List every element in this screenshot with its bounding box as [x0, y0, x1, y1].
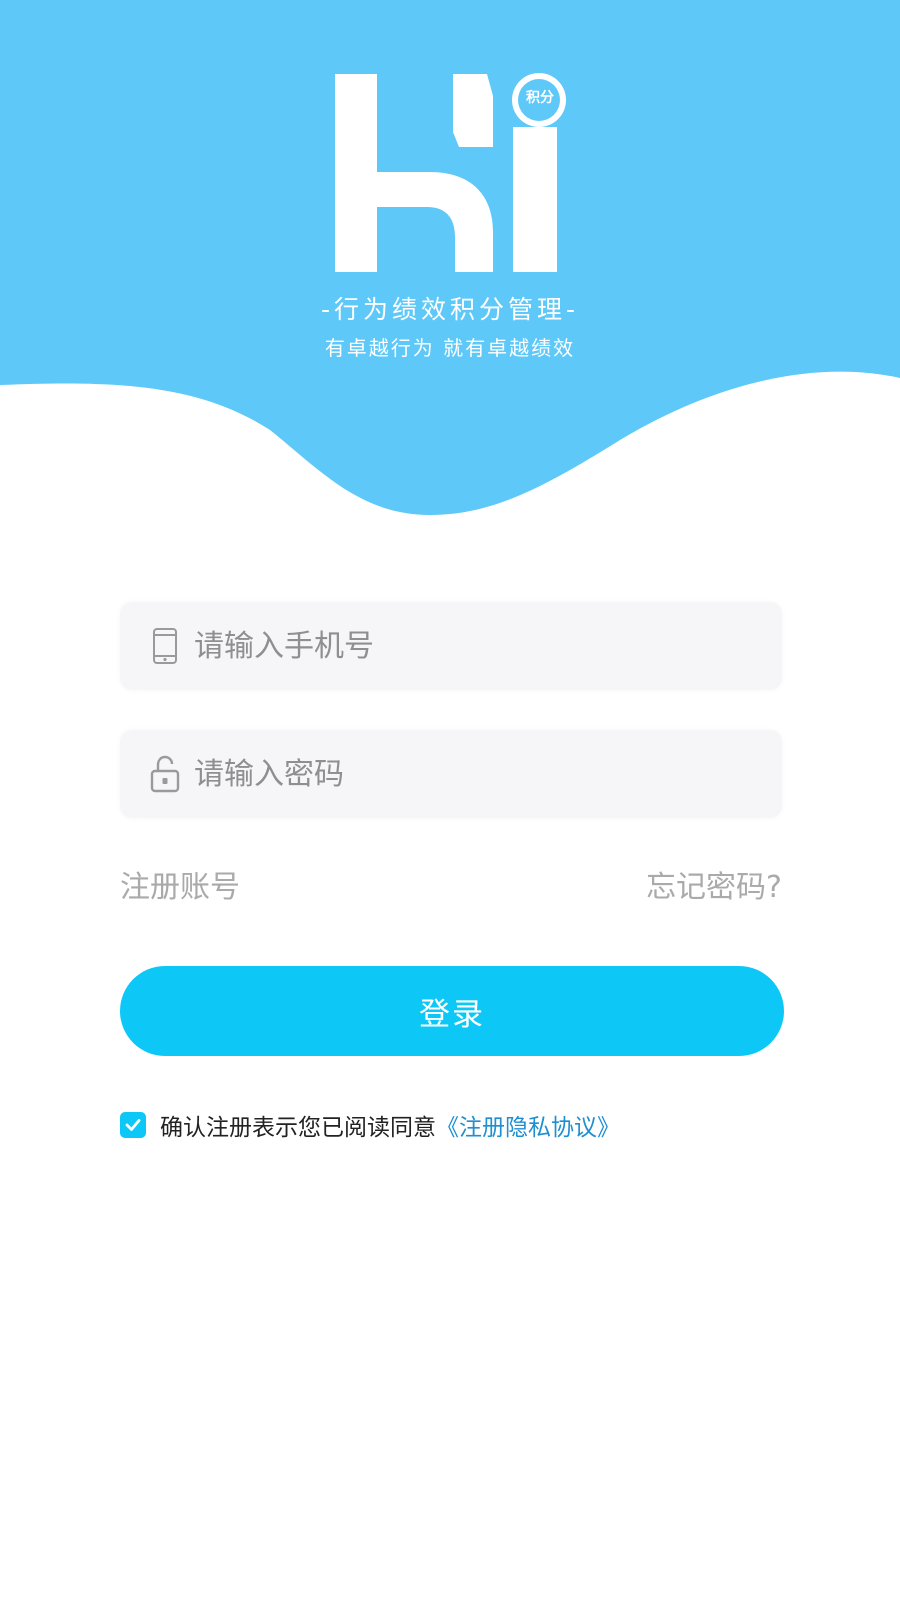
forgot-password-link[interactable]: 忘记密码?	[646, 862, 782, 906]
app-slogan: 有卓越行为 就有卓越绩效	[324, 336, 576, 360]
login-button[interactable]: 登录	[120, 966, 784, 1056]
phone-icon	[148, 626, 182, 666]
phone-input[interactable]	[192, 615, 782, 677]
app-tagline: -行为绩效积分管理-	[320, 295, 580, 324]
password-field	[120, 730, 782, 818]
logo-badge: 积分	[526, 90, 554, 106]
agreement-checkbox[interactable]	[120, 1112, 146, 1138]
checkmark-icon	[125, 1119, 141, 1131]
password-input[interactable]	[192, 743, 782, 805]
privacy-agreement-link[interactable]: 《注册隐私协议》	[436, 1108, 620, 1142]
agreement-text: 确认注册表示您已阅读同意	[160, 1115, 436, 1141]
phone-field	[120, 602, 782, 690]
login-page: 积分 Hi -行为绩效积分管理- 有卓越行为 就有卓越绩效 注册账号 忘记	[0, 0, 900, 1600]
register-link[interactable]: 注册账号	[120, 862, 240, 906]
lock-icon	[148, 754, 182, 794]
account-links: 注册账号 忘记密码?	[120, 862, 782, 906]
agreement-row: 确认注册表示您已阅读同意 《注册隐私协议》	[120, 1108, 620, 1142]
hero-header: 积分 Hi -行为绩效积分管理- 有卓越行为 就有卓越绩效	[0, 0, 900, 540]
